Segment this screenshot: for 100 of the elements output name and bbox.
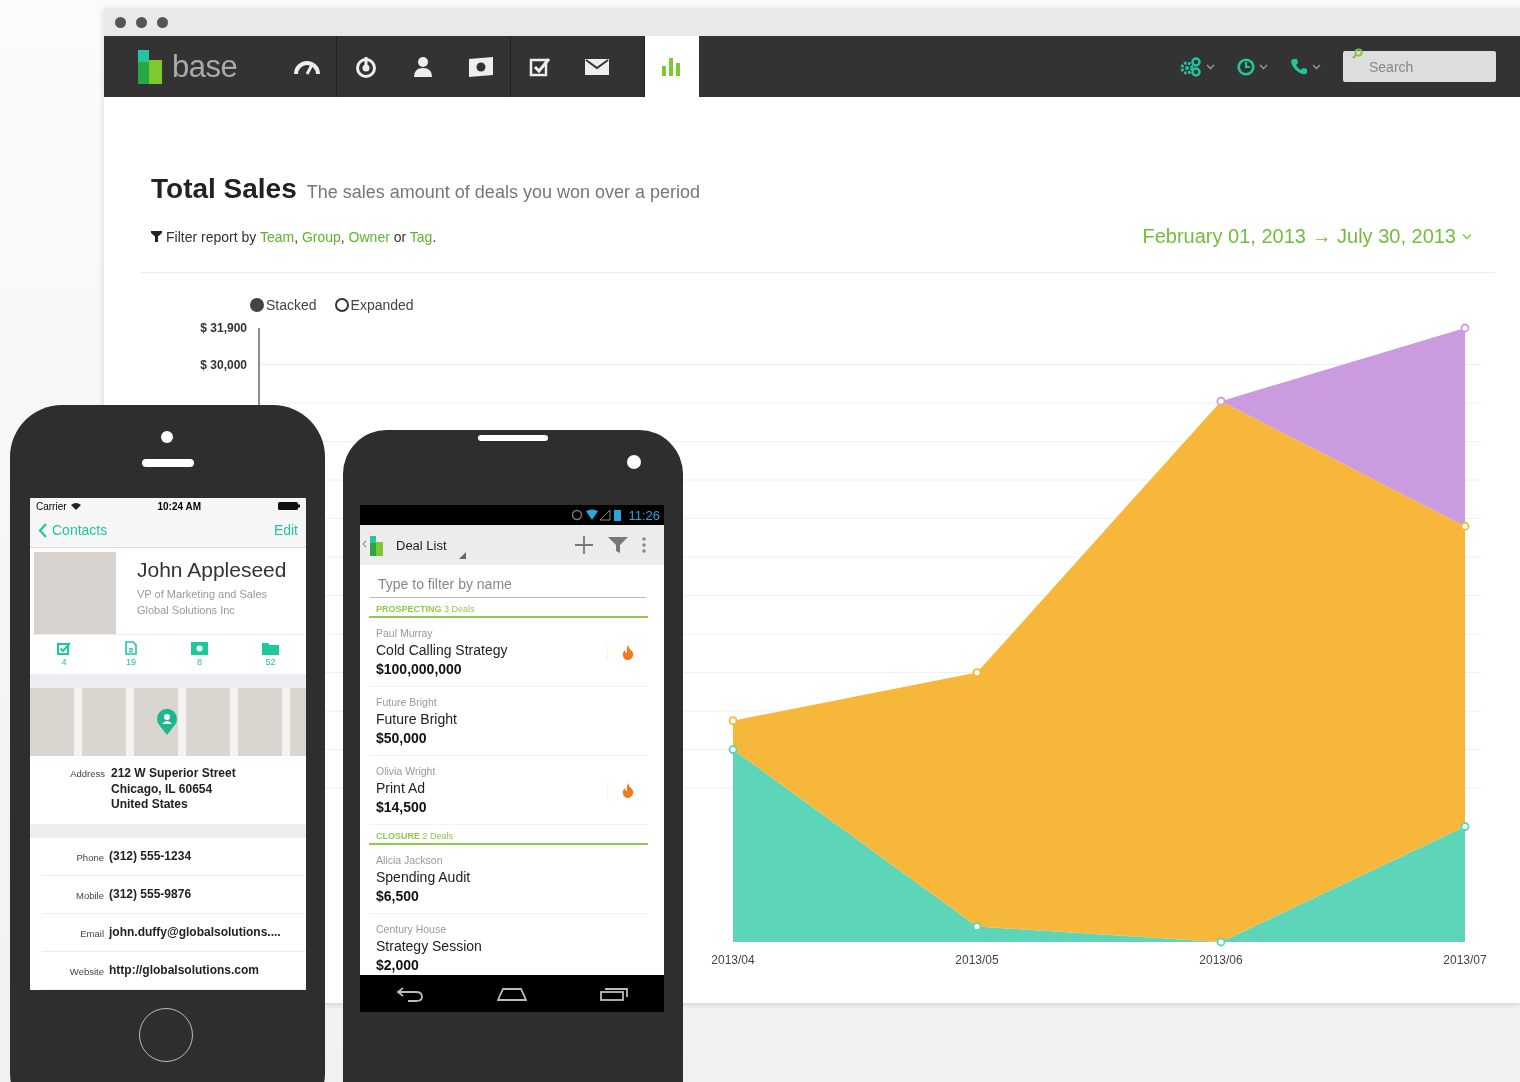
deal-amount: $100,000,000	[376, 660, 463, 679]
deal-title: Spending Audit	[376, 868, 472, 886]
address-line: 212 W Superior Street	[111, 766, 236, 782]
deal-list-item[interactable]: Alicia Jackson Spending Audit $6,500	[369, 845, 648, 914]
deal-title: Cold Calling Strategy	[376, 641, 509, 659]
chevron-left-icon	[38, 522, 47, 538]
y-axis-label: $ 30,000	[200, 357, 247, 372]
deal-title: Future Bright	[376, 710, 458, 728]
deal-amount: $6,500	[376, 887, 420, 906]
data-point	[1460, 323, 1470, 333]
person-icon	[413, 55, 433, 78]
folder-icon	[262, 641, 279, 655]
chart-mode-radio[interactable]: Expanded	[334, 297, 414, 313]
y-axis-label: $ 31,900	[200, 321, 247, 335]
data-point	[1460, 521, 1470, 531]
window-control-icon[interactable]	[136, 16, 147, 28]
field-label: Email	[79, 927, 104, 939]
field-value: (312) 555-1234	[109, 848, 192, 865]
recent-apps-icon[interactable]	[599, 986, 628, 1001]
carrier-label: Carrier	[36, 500, 67, 512]
power-icon	[354, 55, 377, 78]
window-control-icon[interactable]	[157, 16, 168, 28]
deal-amount: $50,000	[376, 729, 428, 748]
data-point	[728, 745, 738, 754]
screen-title: Deal List	[396, 537, 447, 553]
deal-list-item[interactable]: Olivia Wright Print Ad $14,500	[369, 756, 648, 825]
speaker-slot	[142, 459, 194, 467]
data-point	[972, 668, 982, 677]
field-value: http://globalsolutions.com	[109, 962, 259, 979]
data-point	[1216, 937, 1226, 947]
deal-contact: Paul Murray	[376, 626, 434, 641]
date-range-dropdown[interactable]: February 01, 2013 → July 30, 2013	[1142, 225, 1472, 248]
filter-icon	[151, 231, 162, 242]
address-line: United States	[111, 797, 189, 813]
caret-icon	[1312, 63, 1321, 70]
x-axis-label: 2013/04	[711, 953, 755, 967]
contact-company: Global Solutions Inc	[137, 602, 236, 618]
front-camera	[627, 455, 641, 469]
filter-text: Filter report by Team, Group, Owner or Tag.	[166, 228, 437, 245]
field-value: john.duffy@globalsolutions....	[109, 924, 281, 941]
chart-mode-radio[interactable]: Stacked	[250, 297, 317, 313]
status-time: 11:26	[628, 507, 660, 523]
deal-count-button[interactable]: 8	[191, 634, 208, 674]
deal-list-item[interactable]: Paul Murray Cold Calling Strategy $100,000,000	[369, 618, 648, 687]
file-count-button[interactable]: 52	[262, 634, 279, 674]
battery-icon	[278, 502, 300, 510]
deal-list-item[interactable]: Future Bright Future Bright $50,000	[369, 687, 648, 756]
deal-contact: Olivia Wright	[376, 764, 437, 779]
task-count-button[interactable]: 4	[57, 634, 71, 674]
address-line: Chicago, IL 60654	[111, 781, 214, 797]
x-axis-label: 2013/05	[955, 953, 999, 967]
deal-amount: $2,000	[376, 956, 420, 975]
caret-icon	[1259, 63, 1268, 70]
field-label: Website	[68, 965, 104, 977]
gears-icon	[1180, 56, 1202, 77]
back-button[interactable]: Contacts	[38, 522, 108, 539]
section-header: PROSPECTING 3 Deals	[369, 604, 648, 618]
checkbox-icon	[57, 641, 71, 655]
filter-link[interactable]: Owner	[348, 228, 390, 245]
wifi-icon	[70, 502, 81, 510]
bar-chart-icon	[662, 57, 682, 76]
document-icon	[125, 641, 137, 656]
filter-link[interactable]: Group	[301, 228, 341, 245]
search-field[interactable]: Search	[1343, 51, 1496, 82]
data-point	[972, 922, 982, 931]
overflow-menu-icon[interactable]	[642, 537, 646, 553]
add-icon[interactable]	[574, 535, 594, 555]
filter-icon[interactable]	[608, 536, 628, 554]
edit-button[interactable]: Edit	[273, 522, 298, 539]
address-label: Address	[69, 767, 105, 779]
field-label: Mobile	[75, 889, 104, 901]
deal-title: Strategy Session	[376, 937, 483, 955]
envelope-icon	[585, 58, 609, 75]
app-logo-icon[interactable]	[362, 534, 386, 556]
data-point	[728, 716, 738, 726]
deal-amount: $14,500	[376, 798, 428, 817]
clock-icon	[1237, 57, 1255, 76]
contact-name: John Appleseed	[137, 557, 287, 582]
deal-contact: Alicia Jackson	[376, 853, 444, 868]
home-icon[interactable]	[497, 986, 527, 1001]
deal-contact: Future Bright	[376, 695, 438, 710]
caret-icon	[1462, 233, 1472, 240]
field-value: (312) 555-9876	[109, 886, 192, 903]
logo-icon	[138, 49, 162, 84]
speaker-slot	[478, 435, 548, 441]
back-icon[interactable]	[396, 985, 425, 1002]
phone-icon	[1290, 57, 1308, 76]
deal-contact: Century House	[376, 922, 448, 937]
dropdown-corner-icon[interactable]	[458, 552, 466, 559]
report-title: Total Sales	[151, 173, 297, 205]
checkbox-icon	[528, 56, 551, 77]
x-axis-label: 2013/06	[1199, 953, 1243, 967]
logo-text[interactable]: base	[172, 48, 238, 85]
window-control-icon[interactable]	[115, 16, 126, 28]
field-label: Phone	[75, 851, 104, 863]
deal-title: Print Ad	[376, 779, 427, 797]
note-count-button[interactable]: 19	[125, 634, 137, 674]
x-axis-label: 2013/07	[1443, 953, 1487, 967]
data-point	[1460, 822, 1470, 831]
banknote-icon	[468, 56, 494, 77]
